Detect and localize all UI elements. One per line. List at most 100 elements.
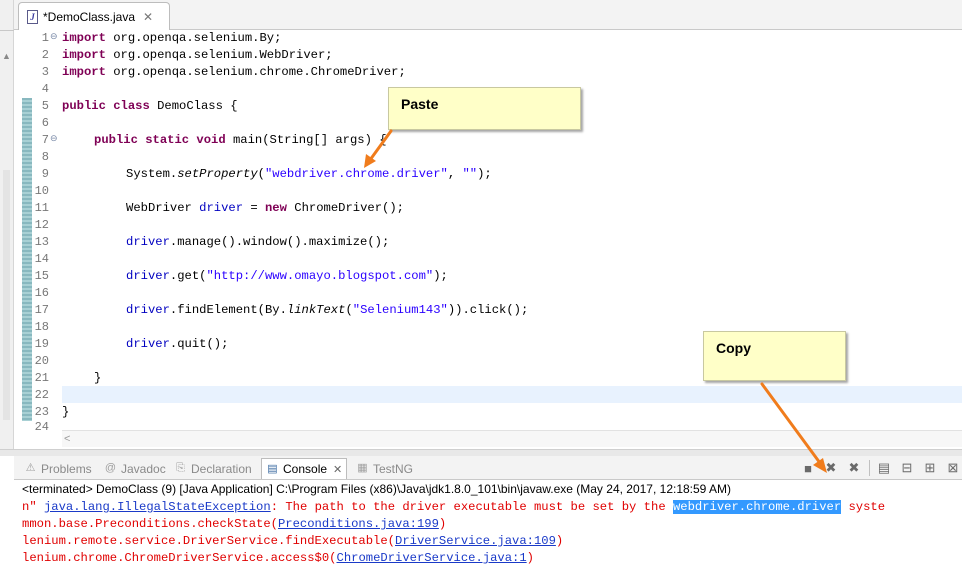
code-text: System.: [126, 167, 178, 181]
line-number: 11: [34, 201, 49, 215]
stacktrace-link[interactable]: ChromeDriverService.java:1: [337, 551, 527, 565]
line-number: 3: [41, 65, 49, 79]
code-text: ,: [447, 167, 463, 181]
pin-console-icon[interactable]: ⊠: [944, 459, 962, 477]
keyword: import: [62, 65, 106, 79]
callout-label: Copy: [716, 340, 751, 356]
copy-callout: Copy: [703, 331, 846, 381]
code-text: DemoClass {: [149, 99, 238, 113]
console-error-line: lenium.chrome.ChromeDriverService.access…: [22, 550, 534, 567]
sash-scroll-thumb[interactable]: [3, 170, 10, 420]
toolbar-separator: [869, 460, 870, 476]
collapse-chevron-icon[interactable]: ▲: [2, 52, 11, 61]
variable: driver: [199, 201, 244, 215]
line-number: 2: [41, 48, 49, 62]
line-number: 14: [34, 252, 49, 266]
stacktrace-link[interactable]: DriverService.java:109: [395, 534, 556, 548]
error-text: lenium.chrome.ChromeDriverService.access…: [22, 551, 337, 565]
keyword: public static void: [94, 133, 226, 147]
line-number: 9: [41, 167, 49, 181]
error-text: syste: [841, 500, 886, 514]
view-tab-bar: ⚠ Problems @ Javadoc ⎘ Declaration ▤ Con…: [14, 456, 962, 480]
tab-console[interactable]: ▤ Console ✕: [261, 458, 348, 479]
code-line-new-driver: WebDriver driver = new ChromeDriver();: [126, 200, 404, 217]
code-text: .manage().window().maximize();: [169, 235, 390, 249]
paste-callout: Paste: [388, 87, 581, 130]
line-number: 7: [41, 133, 49, 147]
error-text: mmon.base.Preconditions.checkState(: [22, 517, 278, 531]
code-text: );: [433, 269, 448, 283]
panel-divider[interactable]: [0, 449, 962, 456]
code-line-import-by: import org.openqa.selenium.By;: [62, 30, 281, 47]
tab-label: Javadoc: [121, 461, 166, 476]
horizontal-scrollbar[interactable]: <: [62, 430, 962, 447]
error-text: lenium.remote.service.DriverService.find…: [22, 534, 395, 548]
console-status-text: <terminated> DemoClass (9) [Java Applica…: [22, 482, 732, 496]
stacktrace-link[interactable]: Preconditions.java:199: [278, 517, 439, 531]
line-number: 10: [34, 184, 49, 198]
line-number: 19: [34, 337, 49, 351]
clear-console-icon[interactable]: ▤: [875, 459, 893, 477]
console-error-line: n" java.lang.IllegalStateException: The …: [22, 499, 885, 516]
line-number: 5: [41, 99, 49, 113]
tab-label: Console: [283, 462, 328, 476]
error-text: : The path to the driver executable must…: [270, 500, 673, 514]
scroll-left-icon[interactable]: <: [64, 431, 70, 447]
string-literal: "Selenium143": [352, 303, 448, 317]
line-number: 24: [34, 421, 49, 430]
tab-label: TestNG: [373, 461, 414, 476]
tab-declaration[interactable]: ⎘ Declaration: [174, 458, 252, 479]
keyword: import: [62, 48, 106, 62]
code-text: .quit();: [169, 337, 229, 351]
close-icon[interactable]: ✕: [333, 463, 342, 476]
string-literal: "http://www.omayo.blogspot.com": [206, 269, 434, 283]
terminate-icon[interactable]: ■: [799, 459, 817, 477]
code-text: =: [243, 201, 265, 215]
testng-icon: ▦: [357, 462, 368, 474]
tab-label: Declaration: [191, 461, 252, 476]
selected-text[interactable]: webdriver.chrome.driver: [672, 500, 842, 514]
code-line-main-decl: public static void main(String[] args) {: [94, 132, 387, 149]
error-text: n": [22, 500, 44, 514]
code-text: org.openqa.selenium.chrome.ChromeDriver;: [105, 65, 406, 79]
code-line-quit: driver.quit();: [126, 336, 228, 353]
line-number-gutter: 1 ⊖ 2 3 4 5 6 7 ⊖ 8 9 10 11 12 13 14 15 …: [32, 30, 62, 430]
console-toolbar: ■ ✖ ✖ ▤ ⊟ ⊞ ⊠: [794, 459, 962, 477]
console-output[interactable]: <terminated> DemoClass (9) [Java Applica…: [14, 480, 962, 569]
fold-collapse-icon[interactable]: ⊖: [50, 135, 59, 144]
code-text: org.openqa.selenium.By;: [105, 31, 282, 45]
code-text: (: [345, 303, 353, 317]
error-text: ): [526, 551, 534, 565]
word-wrap-icon[interactable]: ⊞: [921, 459, 939, 477]
static-method: setProperty: [177, 167, 258, 181]
line-number: 18: [34, 320, 49, 334]
line-number: 22: [34, 388, 49, 402]
code-line-close-class: }: [62, 405, 70, 419]
variable: driver: [126, 269, 170, 283]
variable: driver: [126, 303, 170, 317]
code-line-close-main: }: [94, 371, 102, 385]
tab-testng[interactable]: ▦ TestNG: [356, 458, 413, 479]
tab-javadoc[interactable]: @ Javadoc: [104, 458, 166, 479]
exception-link[interactable]: java.lang.IllegalStateException: [44, 500, 271, 514]
tab-label: Problems: [41, 461, 92, 476]
line-number: 16: [34, 286, 49, 300]
code-line-import-webdriver: import org.openqa.selenium.WebDriver;: [62, 47, 333, 64]
remove-launch-icon[interactable]: ✖: [822, 459, 840, 477]
code-text: .get(: [169, 269, 207, 283]
scroll-lock-icon[interactable]: ⊟: [898, 459, 916, 477]
code-line-get-url: driver.get("http://www.omayo.blogspot.co…: [126, 268, 448, 285]
code-text: .findElement(By.: [169, 303, 287, 317]
line-number: 20: [34, 354, 49, 368]
tab-problems[interactable]: ⚠ Problems: [24, 458, 92, 479]
line-number: 23: [34, 405, 49, 419]
close-icon[interactable]: ✕: [143, 10, 153, 24]
left-sash[interactable]: ▲: [0, 0, 14, 449]
console-error-line: mmon.base.Preconditions.checkState(Preco…: [22, 516, 446, 533]
remove-all-terminated-icon[interactable]: ✖: [845, 459, 863, 477]
editor-tab-democlass[interactable]: J *DemoClass.java ✕: [18, 2, 170, 30]
declaration-icon: ⎘: [176, 462, 185, 474]
line-number: 21: [34, 371, 49, 385]
fold-collapse-icon[interactable]: ⊖: [50, 33, 59, 42]
code-text: (: [257, 167, 265, 181]
